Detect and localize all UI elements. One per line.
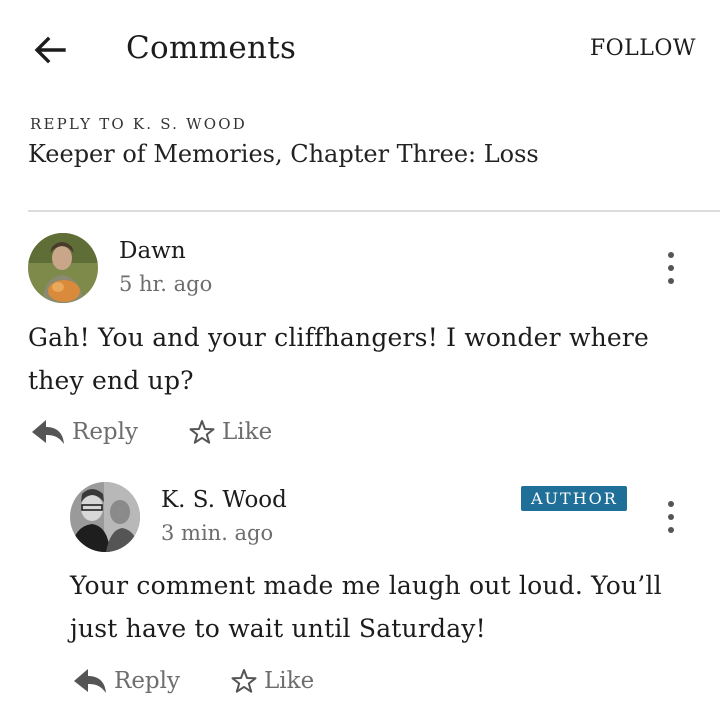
arrow-left-icon <box>34 36 66 64</box>
reply-label: Reply <box>114 668 181 694</box>
author-badge: AUTHOR <box>521 486 627 511</box>
like-label: Like <box>222 419 273 445</box>
avatar-dawn[interactable] <box>28 233 98 303</box>
reply-icon <box>74 669 106 693</box>
like-button[interactable]: Like <box>230 667 314 695</box>
divider <box>28 210 720 212</box>
like-label: Like <box>264 668 315 694</box>
reply-label: Reply <box>72 419 139 445</box>
comment-text: Your comment made me laugh out loud. You… <box>70 571 662 643</box>
avatar-image <box>70 482 140 552</box>
star-outline-icon <box>189 420 215 444</box>
more-options-button[interactable] <box>659 497 683 537</box>
avatar-image <box>28 233 98 303</box>
comment-text: Gah! You and your cliffhangers! I wonder… <box>28 323 650 395</box>
reply-to-label: REPLY TO K. S. WOOD <box>30 115 247 133</box>
comment-time: 3 min. ago <box>161 521 274 545</box>
more-options-button[interactable] <box>659 248 683 288</box>
more-vert-icon <box>668 501 674 507</box>
comment-author[interactable]: K. S. Wood <box>161 487 287 513</box>
avatar-ks-wood[interactable] <box>70 482 140 552</box>
reply-button[interactable]: Reply <box>72 667 180 695</box>
comment-time: 5 hr. ago <box>119 272 213 296</box>
story-title[interactable]: Keeper of Memories, Chapter Three: Loss <box>28 140 539 168</box>
star-outline-icon <box>231 669 257 693</box>
reply-icon <box>32 420 64 444</box>
follow-button[interactable]: FOLLOW <box>590 36 696 61</box>
comment-author[interactable]: Dawn <box>119 238 186 264</box>
reply-button[interactable]: Reply <box>30 418 138 446</box>
like-button[interactable]: Like <box>188 418 272 446</box>
page-title: Comments <box>126 30 297 66</box>
more-vert-icon <box>668 252 674 258</box>
back-button[interactable] <box>28 28 72 72</box>
